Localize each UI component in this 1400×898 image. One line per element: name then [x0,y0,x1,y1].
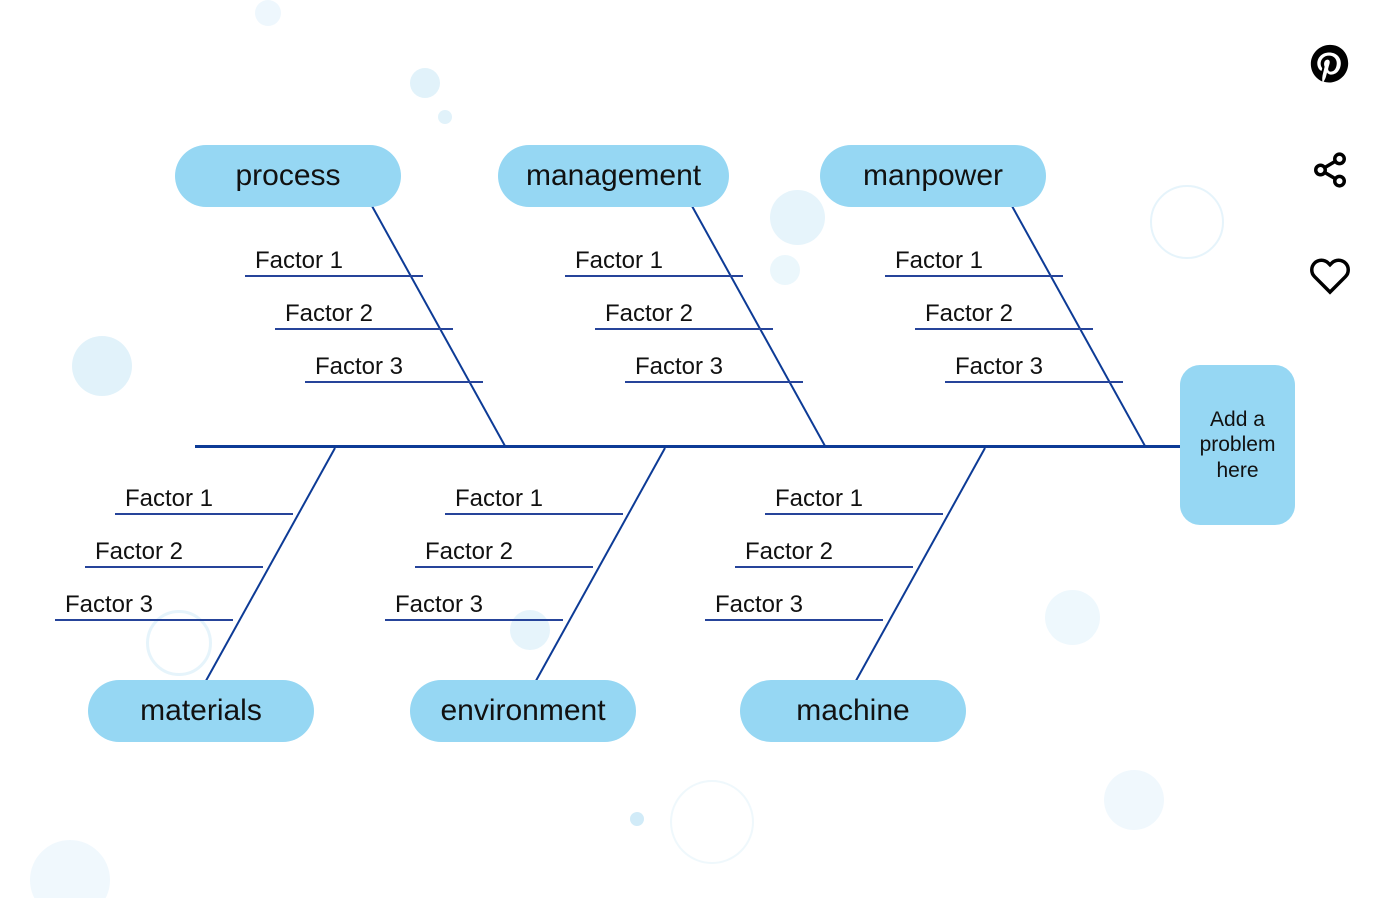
rib [305,381,483,383]
bone-environment [524,448,666,703]
factor-label[interactable]: Factor 3 [955,353,1043,381]
problem-text: Add a problem here [1188,407,1287,483]
category-label: manpower [863,159,1003,193]
factor-label[interactable]: Factor 2 [285,300,373,328]
rib [245,275,423,277]
category-environment[interactable]: environment [410,680,636,742]
bone-materials [194,448,336,703]
factor-label[interactable]: Factor 3 [715,591,803,619]
fishbone-diagram: Add a problem here process Factor 1 Fact… [0,0,1400,898]
category-manpower[interactable]: manpower [820,145,1046,207]
factor-label[interactable]: Factor 3 [65,591,153,619]
factor-label[interactable]: Factor 3 [635,353,723,381]
rib [885,275,1063,277]
rib [625,381,803,383]
decor-bubble [1150,185,1224,259]
rib [595,328,773,330]
rib [705,619,883,621]
category-label: process [235,159,340,193]
decor-bubble [670,780,754,864]
category-label: materials [140,694,262,728]
decor-bubble [438,110,452,124]
factor-label[interactable]: Factor 2 [95,538,183,566]
rib [735,566,913,568]
problem-head[interactable]: Add a problem here [1180,365,1295,525]
category-machine[interactable]: machine [740,680,966,742]
rib [915,328,1093,330]
pinterest-icon[interactable] [1308,42,1352,86]
rib [55,619,233,621]
decor-bubble [510,610,550,650]
decor-bubble [255,0,281,26]
rib [945,381,1123,383]
category-label: machine [796,694,909,728]
rib [85,566,263,568]
bone-machine [844,448,986,703]
decor-bubble [72,336,132,396]
rib [445,513,623,515]
bone-process [364,192,506,447]
category-materials[interactable]: materials [88,680,314,742]
rib [115,513,293,515]
factor-label[interactable]: Factor 2 [425,538,513,566]
factor-label[interactable]: Factor 1 [575,247,663,275]
decor-bubble [770,255,800,285]
bone-manpower [1004,192,1146,447]
decor-bubble [770,190,825,245]
category-label: environment [440,694,605,728]
action-bar [1308,42,1352,298]
rib [765,513,943,515]
decor-bubble [30,840,110,898]
factor-label[interactable]: Factor 1 [455,485,543,513]
category-label: management [526,159,701,193]
factor-label[interactable]: Factor 1 [895,247,983,275]
heart-icon[interactable] [1308,254,1352,298]
factor-label[interactable]: Factor 1 [775,485,863,513]
factor-label[interactable]: Factor 1 [125,485,213,513]
factor-label[interactable]: Factor 2 [605,300,693,328]
decor-bubble [630,812,644,826]
factor-label[interactable]: Factor 3 [315,353,403,381]
rib [415,566,593,568]
factor-label[interactable]: Factor 1 [255,247,343,275]
share-icon[interactable] [1308,148,1352,192]
factor-label[interactable]: Factor 2 [745,538,833,566]
decor-bubble [1045,590,1100,645]
spine-line [195,445,1185,448]
rib [275,328,453,330]
category-process[interactable]: process [175,145,401,207]
rib [565,275,743,277]
decor-bubble [1104,770,1164,830]
factor-label[interactable]: Factor 2 [925,300,1013,328]
category-management[interactable]: management [498,145,729,207]
decor-bubble [410,68,440,98]
factor-label[interactable]: Factor 3 [395,591,483,619]
rib [385,619,563,621]
